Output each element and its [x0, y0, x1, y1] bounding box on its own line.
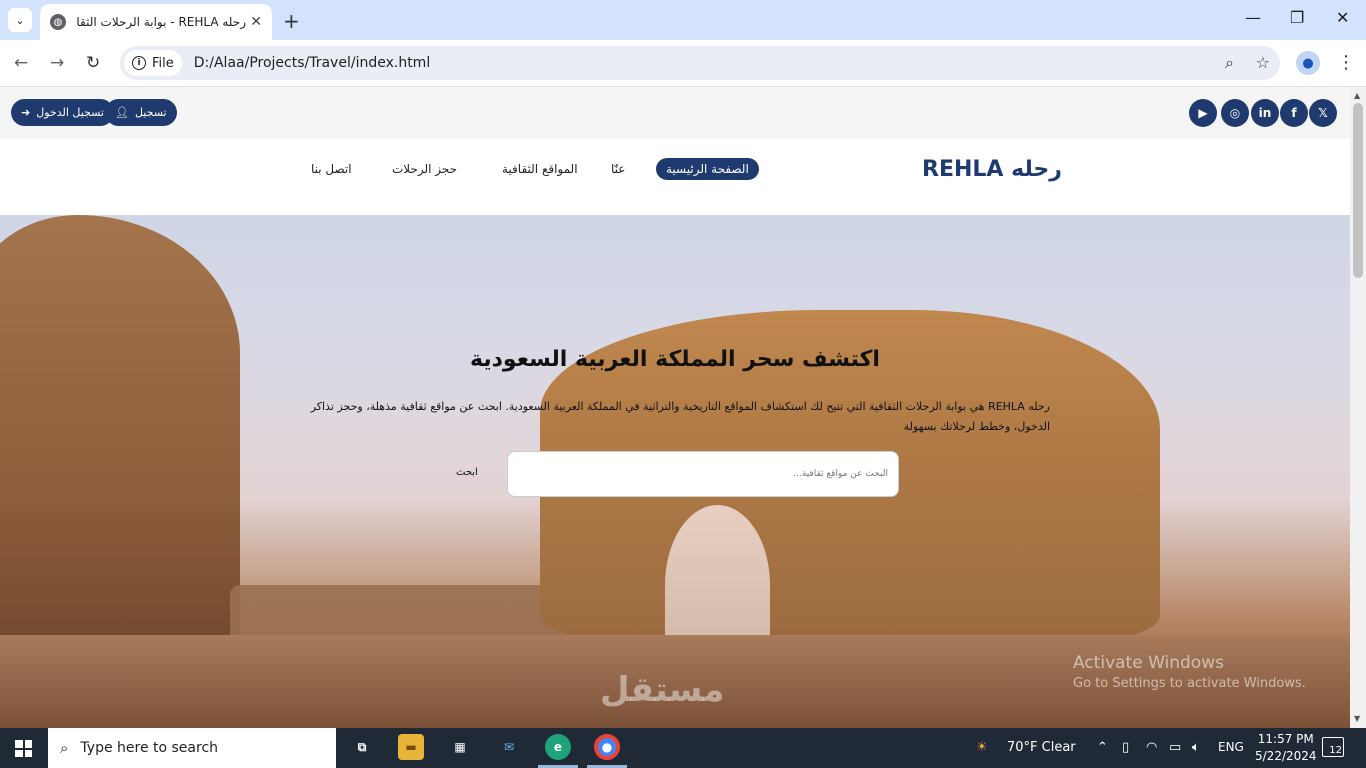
register-label: تسجيل — [134, 106, 167, 119]
clock-date: 5/22/2024 — [1255, 749, 1317, 763]
notification-center-icon[interactable]: 12 — [1322, 737, 1344, 757]
url-omnibox[interactable]: i File D:/Alaa/Projects/Travel/index.htm… — [120, 46, 1280, 80]
scrollbar-thumb[interactable] — [1353, 103, 1363, 278]
x-twitter-icon[interactable]: 𝕏 — [1309, 99, 1337, 127]
notification-count: 12 — [1329, 745, 1342, 756]
weather-icon[interactable]: ☀ — [976, 740, 988, 755]
windows-taskbar: ⌕ Type here to search ⧉ ▬ ▦ ✉ e ● ☀ 70°F… — [0, 728, 1366, 768]
tab-title: رحله REHLA - بوابة الرحلات الثقافية — [76, 15, 246, 29]
login-arrow-icon: ➜ — [21, 106, 31, 119]
site-logo[interactable]: رحله REHLA — [922, 157, 1062, 182]
nav-link-book-trips[interactable]: حجز الرحلات — [392, 162, 457, 176]
wifi-icon[interactable]: ◠ — [1146, 740, 1157, 755]
language-indicator[interactable]: ENG — [1218, 740, 1244, 754]
tab-search-chevron-icon[interactable]: ⌄ — [8, 8, 32, 32]
new-tab-button[interactable]: + — [283, 9, 300, 33]
profile-avatar-icon[interactable]: ● — [1296, 51, 1320, 75]
zoom-icon[interactable]: ⌕ — [1225, 53, 1234, 73]
volume-icon[interactable]: 🔈︎ — [1192, 740, 1200, 755]
forward-arrow-icon[interactable]: → — [50, 53, 64, 73]
activate-windows-subtitle: Go to Settings to activate Windows. — [1073, 676, 1306, 691]
mostaql-watermark: مستقل — [600, 670, 725, 710]
weather-text[interactable]: 70°F Clear — [1007, 740, 1076, 755]
search-button[interactable]: ابحث — [456, 467, 478, 478]
scroll-down-arrow-icon[interactable]: ▼ — [1354, 714, 1360, 723]
taskbar-search-placeholder: Type here to search — [80, 740, 219, 756]
user-icon: 👤︎ — [115, 106, 129, 119]
back-arrow-icon[interactable]: ← — [14, 53, 28, 73]
login-label: تسجيل الدخول — [36, 106, 104, 119]
address-bar: ← → ↻ i File D:/Alaa/Projects/Travel/ind… — [0, 40, 1366, 87]
microsoft-store-icon[interactable]: ▦ — [447, 734, 473, 760]
restore-icon[interactable]: ❐ — [1290, 8, 1304, 27]
top-utility-bar: ➜ تسجيل الدخول 👤︎ تسجيل ▶ ◎ in f 𝕏 — [0, 87, 1350, 139]
battery-icon[interactable]: ▭ — [1169, 740, 1181, 755]
mail-icon[interactable]: ✉ — [496, 734, 522, 760]
reload-icon[interactable]: ↻ — [86, 53, 100, 73]
nav-link-home[interactable]: الصفحة الرئيسية — [656, 158, 759, 180]
page-scrollbar[interactable]: ▲ ▼ — [1350, 87, 1366, 728]
cultural-site-search-input[interactable] — [507, 451, 899, 497]
browser-menu-icon[interactable]: ⋮ — [1337, 52, 1355, 73]
globe-icon: ◍ — [50, 14, 66, 30]
linkedin-icon[interactable]: in — [1251, 99, 1279, 127]
url-text[interactable]: D:/Alaa/Projects/Travel/index.html — [194, 55, 430, 71]
info-icon: i — [132, 56, 146, 70]
task-view-icon[interactable]: ⧉ — [349, 734, 375, 760]
register-button[interactable]: 👤︎ تسجيل — [105, 99, 177, 126]
chrome-browser-icon[interactable]: ● — [594, 734, 620, 760]
edge-browser-icon[interactable]: e — [545, 734, 571, 760]
browser-tab-active[interactable]: ◍ رحله REHLA - بوابة الرحلات الثقافية ✕ — [40, 4, 272, 40]
tray-overflow-chevron-icon[interactable]: ⌃ — [1097, 740, 1108, 755]
tab-close-icon[interactable]: ✕ — [250, 14, 262, 30]
hero-title: اكتشف سحر المملكة العربية السعودية — [470, 347, 880, 372]
taskbar-clock[interactable]: 11:57 PM 5/22/2024 — [1255, 731, 1317, 765]
hero-section: اكتشف سحر المملكة العربية السعودية رحله … — [0, 215, 1350, 728]
windows-start-icon[interactable] — [15, 740, 32, 757]
main-navbar: رحله REHLA الصفحة الرئيسية عنّا المواقع … — [0, 139, 1350, 215]
bookmark-star-icon[interactable]: ☆ — [1256, 53, 1270, 72]
taskbar-search-box[interactable]: ⌕ Type here to search — [48, 728, 336, 768]
clock-time: 11:57 PM — [1257, 732, 1314, 746]
youtube-icon[interactable]: ▶ — [1189, 99, 1217, 127]
nav-link-cultural-sites[interactable]: المواقع الثقافية — [502, 162, 578, 176]
search-icon: ⌕ — [60, 739, 69, 757]
nav-link-contact[interactable]: اتصل بنا — [311, 162, 352, 176]
battery-saver-icon[interactable]: ▯ — [1122, 740, 1129, 755]
hero-rock-left — [0, 215, 240, 675]
browser-tab-bar: ⌄ ◍ رحله REHLA - بوابة الرحلات الثقافية … — [0, 0, 1366, 40]
scroll-up-arrow-icon[interactable]: ▲ — [1354, 91, 1360, 100]
page-viewport: ➜ تسجيل الدخول 👤︎ تسجيل ▶ ◎ in f 𝕏 رحله … — [0, 87, 1350, 728]
facebook-icon[interactable]: f — [1280, 99, 1308, 127]
file-explorer-icon[interactable]: ▬ — [398, 734, 424, 760]
instagram-icon[interactable]: ◎ — [1221, 99, 1249, 127]
hero-description: رحله REHLA هي بوابة الرحلات الثقافية الت… — [310, 400, 1050, 433]
login-button[interactable]: ➜ تسجيل الدخول — [11, 99, 114, 126]
nav-link-about[interactable]: عنّا — [611, 162, 625, 176]
site-info-chip[interactable]: i File — [124, 50, 182, 76]
activate-windows-title: Activate Windows — [1073, 653, 1224, 673]
activate-windows-watermark: Activate Windows Go to Settings to activ… — [1073, 653, 1306, 691]
file-label: File — [152, 55, 174, 71]
close-window-icon[interactable]: ✕ — [1336, 8, 1349, 27]
minimize-icon[interactable]: — — [1245, 8, 1261, 27]
